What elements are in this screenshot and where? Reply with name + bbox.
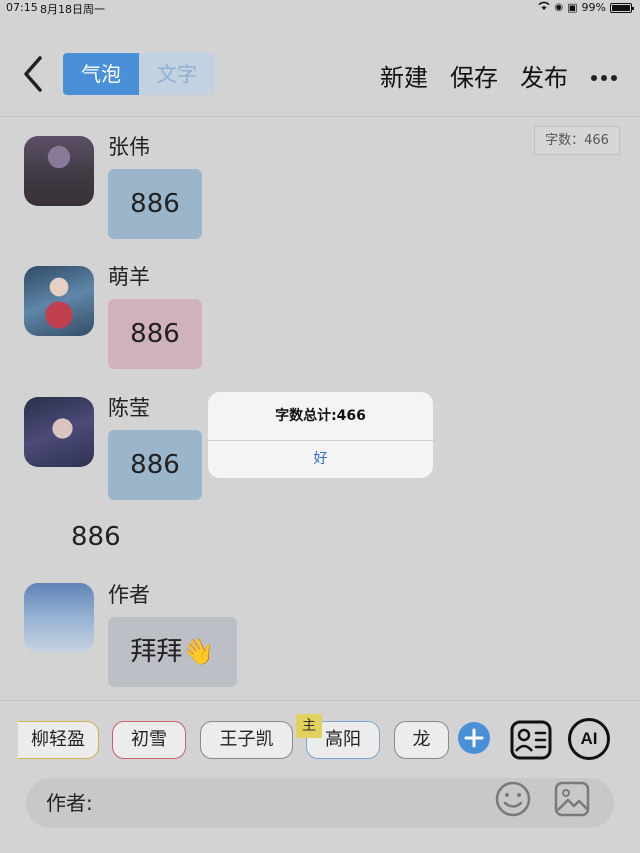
author-avatar[interactable] [24, 583, 94, 653]
save-button[interactable]: 保存 [450, 58, 498, 93]
status-date: 8月18日周一 [40, 3, 105, 16]
alert-title: 字数总计:466 [208, 392, 433, 441]
new-button[interactable]: 新建 [380, 58, 428, 93]
battery-icon [610, 2, 634, 13]
message-bubble[interactable]: 886 [108, 430, 202, 500]
avatar[interactable] [24, 136, 94, 206]
message-input-bar[interactable]: 作者: [26, 778, 614, 828]
word-count-badge: 字数：466 [534, 126, 620, 155]
tab-bubble[interactable]: 气泡 [63, 53, 139, 95]
wifi-icon [538, 1, 550, 14]
avatar[interactable] [24, 397, 94, 467]
character-chip-list: 柳轻盈 初雪 王子凯 高阳 龙 [0, 721, 500, 761]
tab-text[interactable]: 文字 [139, 53, 215, 95]
character-chip[interactable]: 龙 [394, 721, 449, 759]
divider [0, 700, 640, 701]
battery-percent: 99% [581, 1, 606, 14]
vpn-icon: ◉ [554, 2, 564, 13]
more-dots-icon[interactable] [590, 63, 618, 88]
sender-name: 作者 [108, 583, 150, 607]
publish-button[interactable]: 发布 [520, 58, 568, 93]
back-chevron-icon[interactable] [18, 54, 48, 94]
nav-actions: 新建 保存 发布 [380, 58, 618, 93]
narration-text[interactable]: 886 [71, 522, 121, 552]
message-bubble[interactable]: 886 [108, 299, 202, 369]
message-bubble[interactable]: 拜拜👋 [108, 617, 237, 687]
speaker-label: 作者: [46, 791, 93, 815]
navigation-bar: 气泡 文字 新建 保存 发布 [0, 40, 640, 110]
ai-button[interactable]: AI [568, 718, 610, 760]
add-character-button[interactable] [458, 722, 490, 754]
status-indicators: ◉ ▣ 99% [538, 1, 634, 14]
character-chip[interactable]: 柳轻盈 [18, 721, 99, 759]
main-character-tag: 主 [296, 714, 322, 738]
plus-icon [464, 728, 484, 748]
message-bubble[interactable]: 886 [108, 169, 202, 239]
emoji-icon[interactable] [494, 780, 532, 818]
avatar[interactable] [24, 266, 94, 336]
status-bar: 07:15 8月18日周一 ◉ ▣ 99% [0, 0, 640, 16]
character-chip[interactable]: 王子凯 [200, 721, 293, 759]
lock-icon: ▣ [567, 1, 578, 14]
status-time: 07:15 [6, 1, 38, 14]
mode-segmented-control: 气泡 文字 [63, 53, 215, 95]
alert-ok-button[interactable]: 好 [208, 441, 433, 478]
character-card-icon[interactable] [510, 720, 552, 760]
character-chip[interactable]: 初雪 [112, 721, 186, 759]
sender-name: 萌羊 [108, 265, 150, 289]
sender-name: 陈莹 [108, 396, 150, 420]
divider [0, 116, 640, 117]
image-icon[interactable] [554, 780, 590, 818]
alert-dialog: 字数总计:466 好 [208, 392, 433, 478]
sender-name: 张伟 [108, 135, 150, 159]
